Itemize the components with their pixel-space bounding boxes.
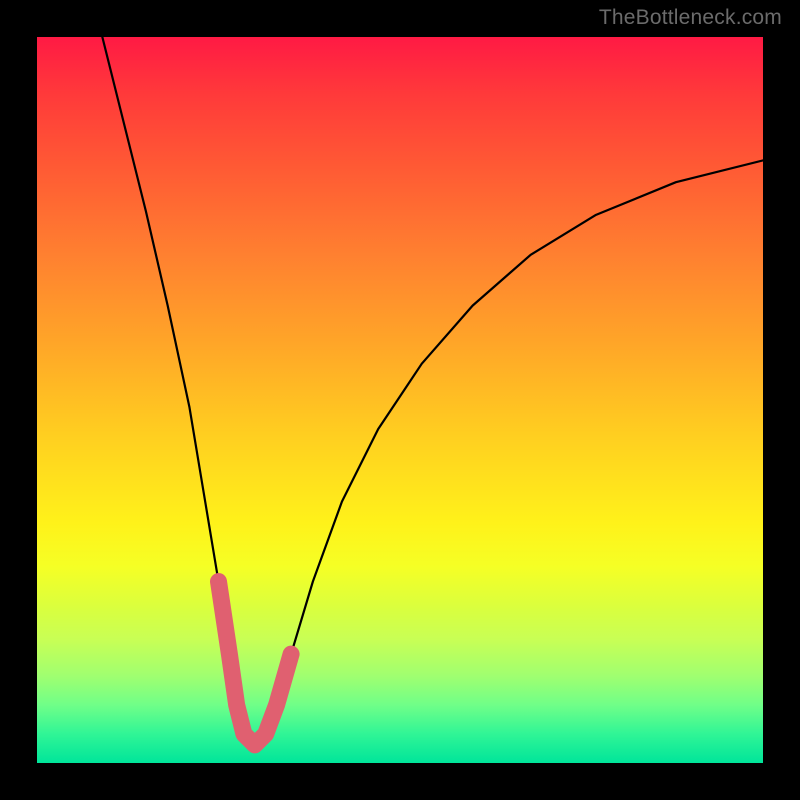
valley-overlay: [219, 582, 292, 745]
bottleneck-curve: [102, 37, 763, 745]
plot-area: [37, 37, 763, 763]
chart-frame: TheBottleneck.com: [0, 0, 800, 800]
watermark-text: TheBottleneck.com: [599, 6, 782, 30]
chart-svg: [37, 37, 763, 763]
